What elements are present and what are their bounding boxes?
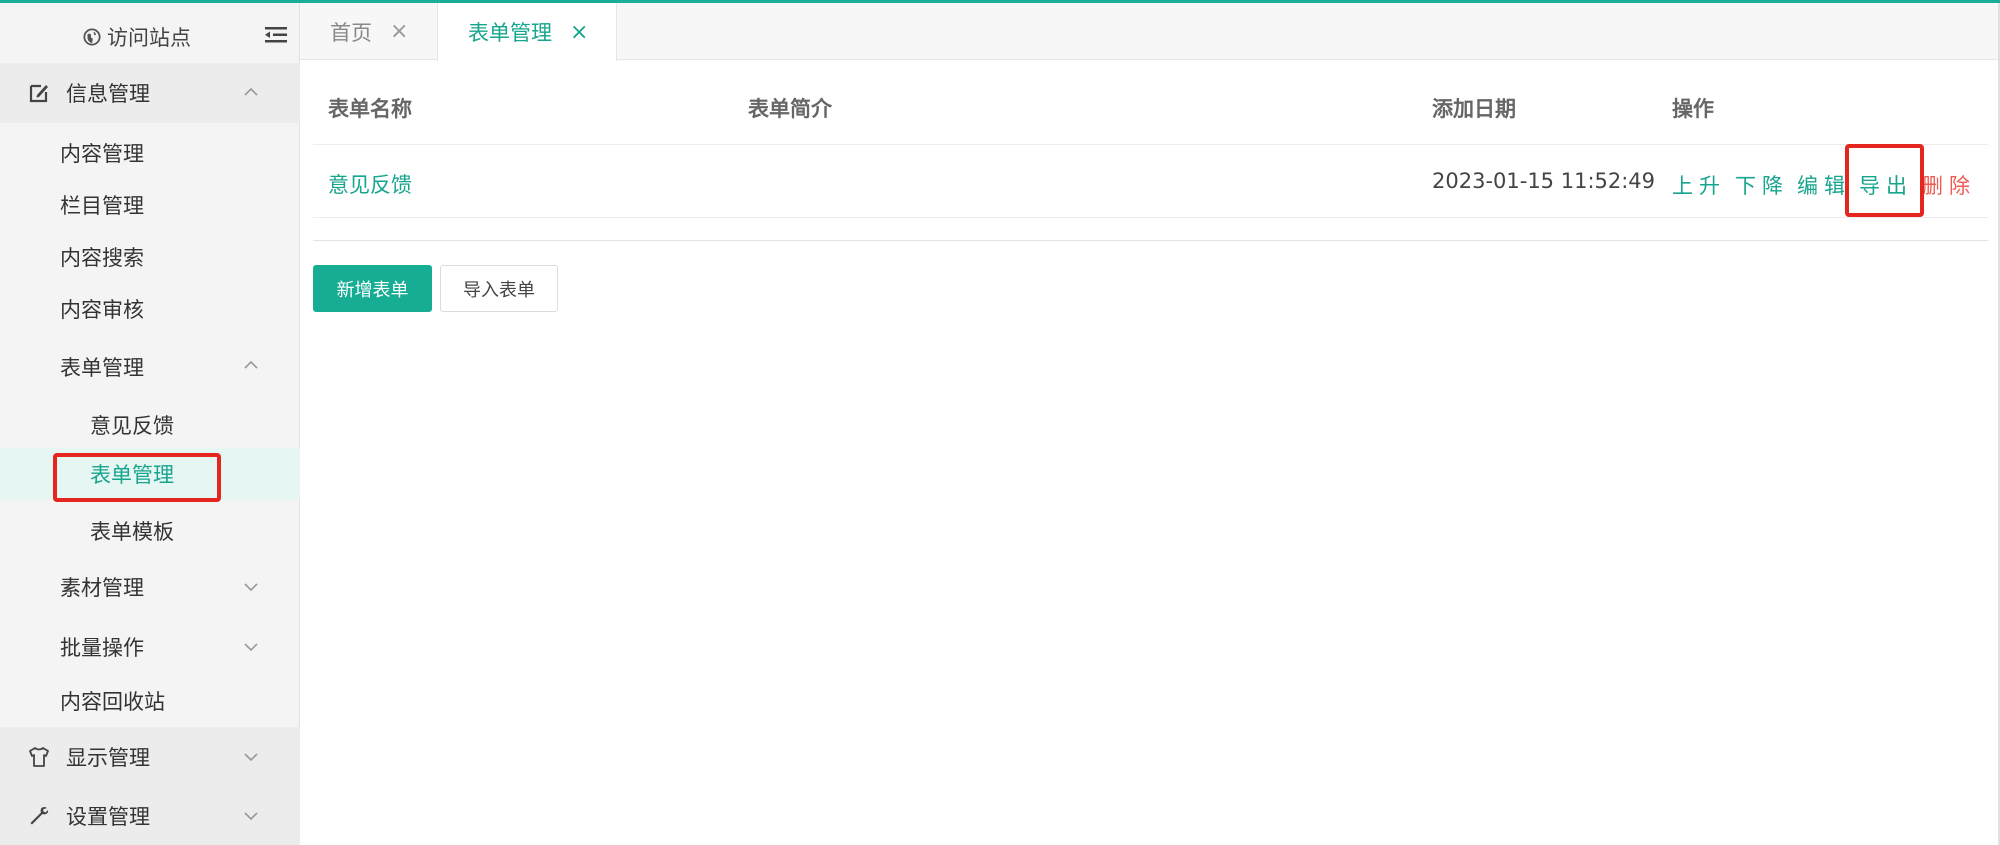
sidebar-section-label: 显示管理 [66,746,150,770]
sidebar-item-content-review[interactable]: 内容审核 [0,283,300,335]
sidebar-item-label: 表单管理 [60,356,144,380]
edit-button[interactable]: 编辑 [1797,170,1851,200]
tab-label: 首页 [330,20,372,45]
sidebar-item-feedback[interactable]: 意见反馈 [0,399,300,451]
chevron-up-icon [244,87,258,96]
tab-label: 表单管理 [468,21,552,45]
sidebar-section-settings[interactable]: 设置管理 [0,787,300,845]
highlight-box-sidebar [53,453,221,502]
highlight-box-export [1845,144,1924,217]
column-header-date: 添加日期 [1432,97,1516,121]
sidebar-item-label: 意见反馈 [90,414,174,438]
table-divider [313,144,1988,145]
wrench-icon [30,807,49,825]
sidebar-item-columns[interactable]: 栏目管理 [0,179,300,231]
sidebar-item-label: 批量操作 [60,636,144,660]
sidebar-item-label: 素材管理 [60,576,144,600]
edit-icon [29,84,48,103]
sidebar-item-content-search[interactable]: 内容搜索 [0,231,300,283]
import-form-button[interactable]: 导入表单 [440,265,558,312]
chevron-up-icon [244,360,258,369]
sidebar-section-display[interactable]: 显示管理 [0,727,300,787]
delete-button[interactable]: 删除 [1922,170,1976,200]
sidebar: 访问站点 信息管理 内容管理 栏目管理 内容搜索 内容审核 表单管理 意见反馈 [0,3,300,845]
table-bottom-border [313,240,1988,241]
sidebar-header: 访问站点 [0,3,299,63]
tab-home[interactable]: 首页 × [330,3,408,60]
sidebar-item-label: 内容管理 [60,142,144,166]
sidebar-item-media[interactable]: 素材管理 [0,559,300,615]
add-form-button[interactable]: 新增表单 [313,265,432,312]
chevron-down-icon [244,583,258,592]
menu-collapse-icon[interactable] [265,25,287,45]
move-down-button[interactable]: 下降 [1735,170,1789,200]
tab-form-management[interactable]: 表单管理 × [437,3,617,61]
sidebar-item-label: 内容回收站 [60,690,165,714]
sidebar-section-info[interactable]: 信息管理 [0,63,300,123]
sidebar-item-recycle[interactable]: 内容回收站 [0,675,300,727]
sidebar-item-label: 表单模板 [90,520,174,544]
sidebar-item-form-template[interactable]: 表单模板 [0,505,300,557]
close-icon[interactable]: × [570,20,588,45]
chevron-down-icon [244,812,258,821]
column-header-name: 表单名称 [328,97,412,121]
move-up-button[interactable]: 上升 [1672,170,1726,200]
column-header-intro: 表单简介 [748,97,832,121]
sidebar-item-label: 内容审核 [60,298,144,322]
visit-site-label: 访问站点 [107,26,191,50]
chevron-down-icon [244,753,258,762]
sidebar-item-content[interactable]: 内容管理 [0,127,300,179]
sidebar-item-label: 栏目管理 [60,194,144,218]
sidebar-section-label: 设置管理 [66,805,150,829]
sidebar-section-label: 信息管理 [66,82,150,106]
form-date: 2023-01-15 11:52:49 [1432,169,1656,193]
shirt-icon [29,747,49,767]
table-row-divider [313,217,1988,218]
form-name-link[interactable]: 意见反馈 [328,169,412,199]
globe-icon [83,28,101,46]
chevron-down-icon [244,643,258,652]
sidebar-item-batch[interactable]: 批量操作 [0,619,300,675]
sidebar-item-form-management-group[interactable]: 表单管理 [0,339,300,395]
sidebar-item-label: 内容搜索 [60,246,144,270]
column-header-actions: 操作 [1672,97,1714,121]
visit-site-link[interactable]: 访问站点 [83,22,191,52]
tab-bar: 首页 × 表单管理 × [300,3,2000,61]
close-icon[interactable]: × [390,19,408,44]
